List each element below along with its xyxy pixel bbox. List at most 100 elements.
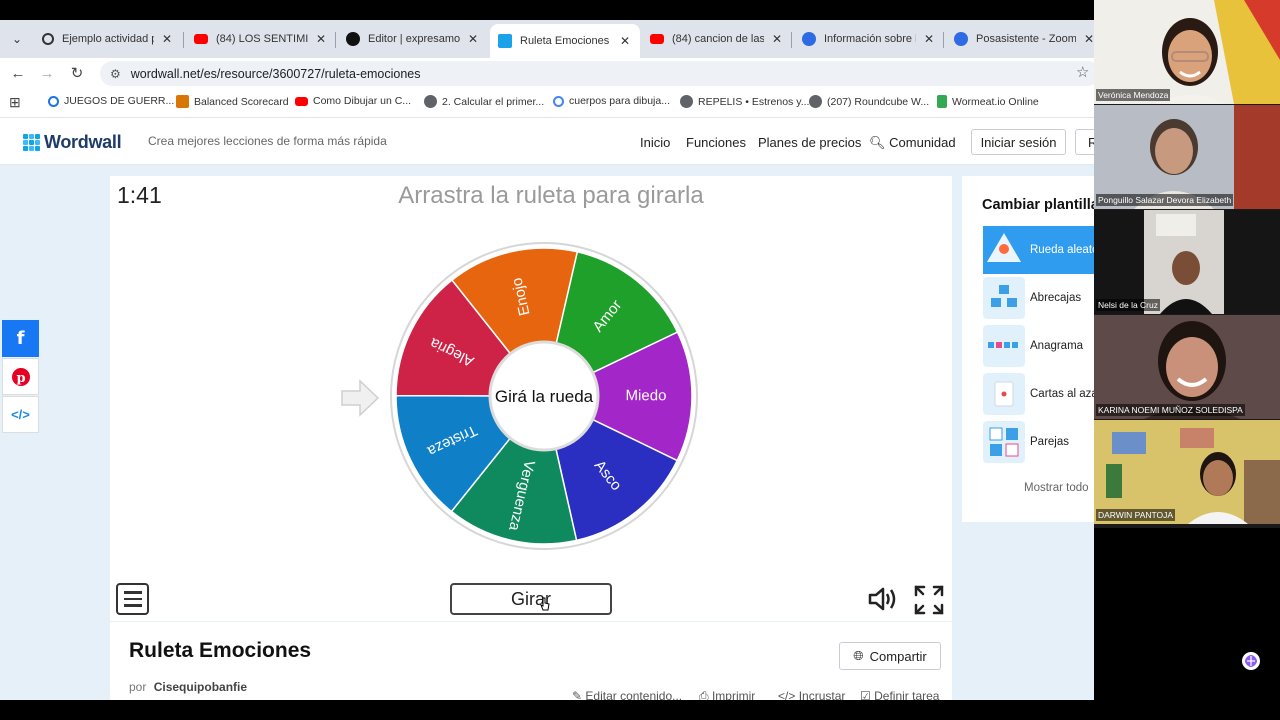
- bookmark-7[interactable]: Wormeat.io Online: [937, 95, 1039, 108]
- brain-extension-icon[interactable]: [1241, 651, 1261, 671]
- browser-window: ⌄ Ejemplo actividad pe ✕ (84) LOS SENTIM…: [0, 0, 1094, 700]
- bookmark-4[interactable]: cuerpos para dibuja...: [553, 95, 670, 107]
- close-icon[interactable]: ✕: [162, 32, 172, 46]
- game-panel: 1:41 Arrastra la ruleta para girarla Amo…: [110, 176, 952, 621]
- template-random-wheel[interactable]: Rueda aleatoria: [983, 226, 1094, 274]
- anagram-template-icon: [983, 325, 1025, 367]
- top-bar: [0, 0, 1094, 20]
- assign-link[interactable]: ☑ Definir tarea: [860, 689, 939, 700]
- instruction-text: Arrastra la ruleta para girarla: [398, 182, 704, 209]
- template-matching-pairs[interactable]: Parejas: [983, 418, 1094, 466]
- pointer-arrow-icon: [341, 379, 380, 417]
- globe-icon: [48, 95, 59, 107]
- tab-5[interactable]: Información sobre la ✕: [794, 24, 942, 54]
- tab-4[interactable]: (84) cancion de las e ✕: [642, 24, 790, 54]
- svg-text:p: p: [16, 371, 25, 386]
- bookmark-star-icon[interactable]: ☆: [1076, 63, 1089, 81]
- scorecard-icon: [176, 95, 189, 108]
- author-line: por Cisequipobanfie: [129, 680, 248, 694]
- boxes-template-icon: [983, 277, 1025, 319]
- show-all-link[interactable]: Mostrar todo: [1024, 482, 1089, 494]
- play-icon: [937, 95, 947, 108]
- youtube-icon: [295, 96, 308, 106]
- tab-strip: ⌄ Ejemplo actividad pe ✕ (84) LOS SENTIM…: [0, 20, 1094, 58]
- bookmark-2[interactable]: Como Dibujar un C...: [295, 95, 411, 107]
- template-random-cards[interactable]: Cartas al azar: [983, 370, 1094, 418]
- nav-funciones[interactable]: Funciones: [686, 135, 746, 150]
- wheel-template-icon: [983, 229, 1025, 271]
- tab-search-chevron-icon[interactable]: ⌄: [4, 27, 30, 51]
- url-input[interactable]: ⚙ wordwall.net/es/resource/3600727/rulet…: [100, 61, 1094, 86]
- tab-0[interactable]: Ejemplo actividad pe ✕: [34, 24, 180, 54]
- globe-icon: [809, 95, 822, 108]
- participant-tile[interactable]: Verónica Mendoza: [1094, 0, 1280, 104]
- zoom-participants: Verónica Mendoza Ponguillo Salazar Devor…: [1094, 0, 1280, 528]
- cards-template-icon: [983, 373, 1025, 415]
- youtube-icon: [650, 34, 664, 44]
- template-panel-title: Cambiar plantilla: [982, 197, 1094, 213]
- wheel-center-label: Girá la rueda: [495, 387, 594, 406]
- back-arrow-icon[interactable]: ←: [8, 63, 28, 83]
- login-button[interactable]: Iniciar sesión: [971, 129, 1066, 155]
- participant-tile[interactable]: KARINA NOEMI MUÑOZ SOLEDISPA: [1094, 315, 1280, 419]
- pencil-icon: ✎: [572, 689, 583, 700]
- google-icon: [553, 95, 564, 107]
- share-button[interactable]: 🌐︎ Compartir: [839, 642, 941, 670]
- participant-tile[interactable]: DARWIN PANTOJA: [1094, 420, 1280, 524]
- reload-icon[interactable]: ↻: [67, 63, 87, 83]
- close-icon[interactable]: ✕: [924, 32, 934, 46]
- menu-hamburger-icon[interactable]: [116, 583, 149, 615]
- spin-button[interactable]: Girar: [450, 583, 612, 615]
- wordwall-logo[interactable]: Wordwall: [23, 132, 122, 153]
- resource-info: Ruleta Emociones 🌐︎ Compartir por Cisequi…: [110, 622, 952, 700]
- sound-icon[interactable]: [867, 585, 899, 620]
- facebook-icon[interactable]: f: [2, 320, 39, 357]
- bookmark-0[interactable]: JUEGOS DE GUERR...: [48, 95, 174, 107]
- spin-wheel[interactable]: AmorMiedoAscoVerguenzaTristezaAlegriaEno…: [389, 241, 699, 551]
- pairs-template-icon: [983, 421, 1025, 463]
- close-icon[interactable]: ✕: [772, 32, 782, 46]
- zoom-icon: [954, 32, 968, 46]
- printer-icon: ⎙: [699, 689, 709, 700]
- participant-tile[interactable]: Ponguillo Salazar Devora Elizabeth: [1094, 105, 1280, 209]
- tab-3-active[interactable]: Ruleta Emociones - F ✕: [490, 24, 640, 58]
- participant-tile[interactable]: Nelsi de la Cruz: [1094, 210, 1280, 314]
- print-link[interactable]: ⎙ Imprimir: [699, 689, 755, 700]
- pinterest-icon[interactable]: p: [2, 358, 39, 395]
- close-icon[interactable]: ✕: [620, 34, 630, 48]
- embed-code-icon[interactable]: </>: [2, 396, 39, 433]
- address-bar: ← → ↻ ⚙ wordwall.net/es/resource/3600727…: [0, 58, 1094, 88]
- nav-comunidad[interactable]: 🔍︎ Comunidad: [869, 135, 956, 151]
- close-icon[interactable]: ✕: [468, 32, 478, 46]
- bookmark-1[interactable]: Balanced Scorecard: [176, 95, 289, 108]
- nav-inicio[interactable]: Inicio: [640, 135, 670, 150]
- apps-grid-icon[interactable]: ⊞: [9, 94, 21, 111]
- forward-arrow-icon[interactable]: →: [37, 63, 57, 83]
- tagline: Crea mejores lecciones de forma más rápi…: [148, 134, 387, 148]
- tab-2[interactable]: Editor | expresamos e ✕: [338, 24, 486, 54]
- fullscreen-icon[interactable]: [914, 585, 944, 615]
- wordwall-logo-icon: [23, 134, 40, 151]
- template-box-opener[interactable]: Abrecajas: [983, 274, 1094, 322]
- close-icon[interactable]: ✕: [1084, 32, 1094, 46]
- bookmarks-bar: ⊞ JUEGOS DE GUERR... Balanced Scorecard …: [0, 88, 1094, 118]
- bookmark-5[interactable]: REPELIS • Estrenos y...: [680, 95, 809, 108]
- tab-6[interactable]: Posasistente - Zoom ✕: [946, 24, 1094, 54]
- globe-icon: [424, 95, 437, 108]
- participant-name: DARWIN PANTOJA: [1096, 509, 1176, 521]
- edit-content-link[interactable]: ✎ Editar contenido...: [572, 689, 682, 700]
- tab-1[interactable]: (84) LOS SENTIMIEN ✕: [186, 24, 334, 54]
- close-icon[interactable]: ✕: [316, 32, 326, 46]
- site-settings-icon[interactable]: ⚙: [110, 67, 121, 81]
- register-button[interactable]: R: [1075, 129, 1094, 155]
- template-anagram[interactable]: Anagrama: [983, 322, 1094, 370]
- embed-link[interactable]: </> Incrustar: [778, 689, 845, 700]
- bookmark-6[interactable]: (207) Roundcube W...: [809, 95, 929, 108]
- youtube-icon: [194, 34, 208, 44]
- wordwall-icon: [498, 34, 512, 48]
- nav-planes[interactable]: Planes de precios: [758, 135, 861, 150]
- author-link[interactable]: Cisequipobanfie: [154, 680, 247, 694]
- bookmark-3[interactable]: 2. Calcular el primer...: [424, 95, 544, 108]
- checkbox-icon: ☑: [860, 689, 871, 700]
- canva-icon: [346, 32, 360, 46]
